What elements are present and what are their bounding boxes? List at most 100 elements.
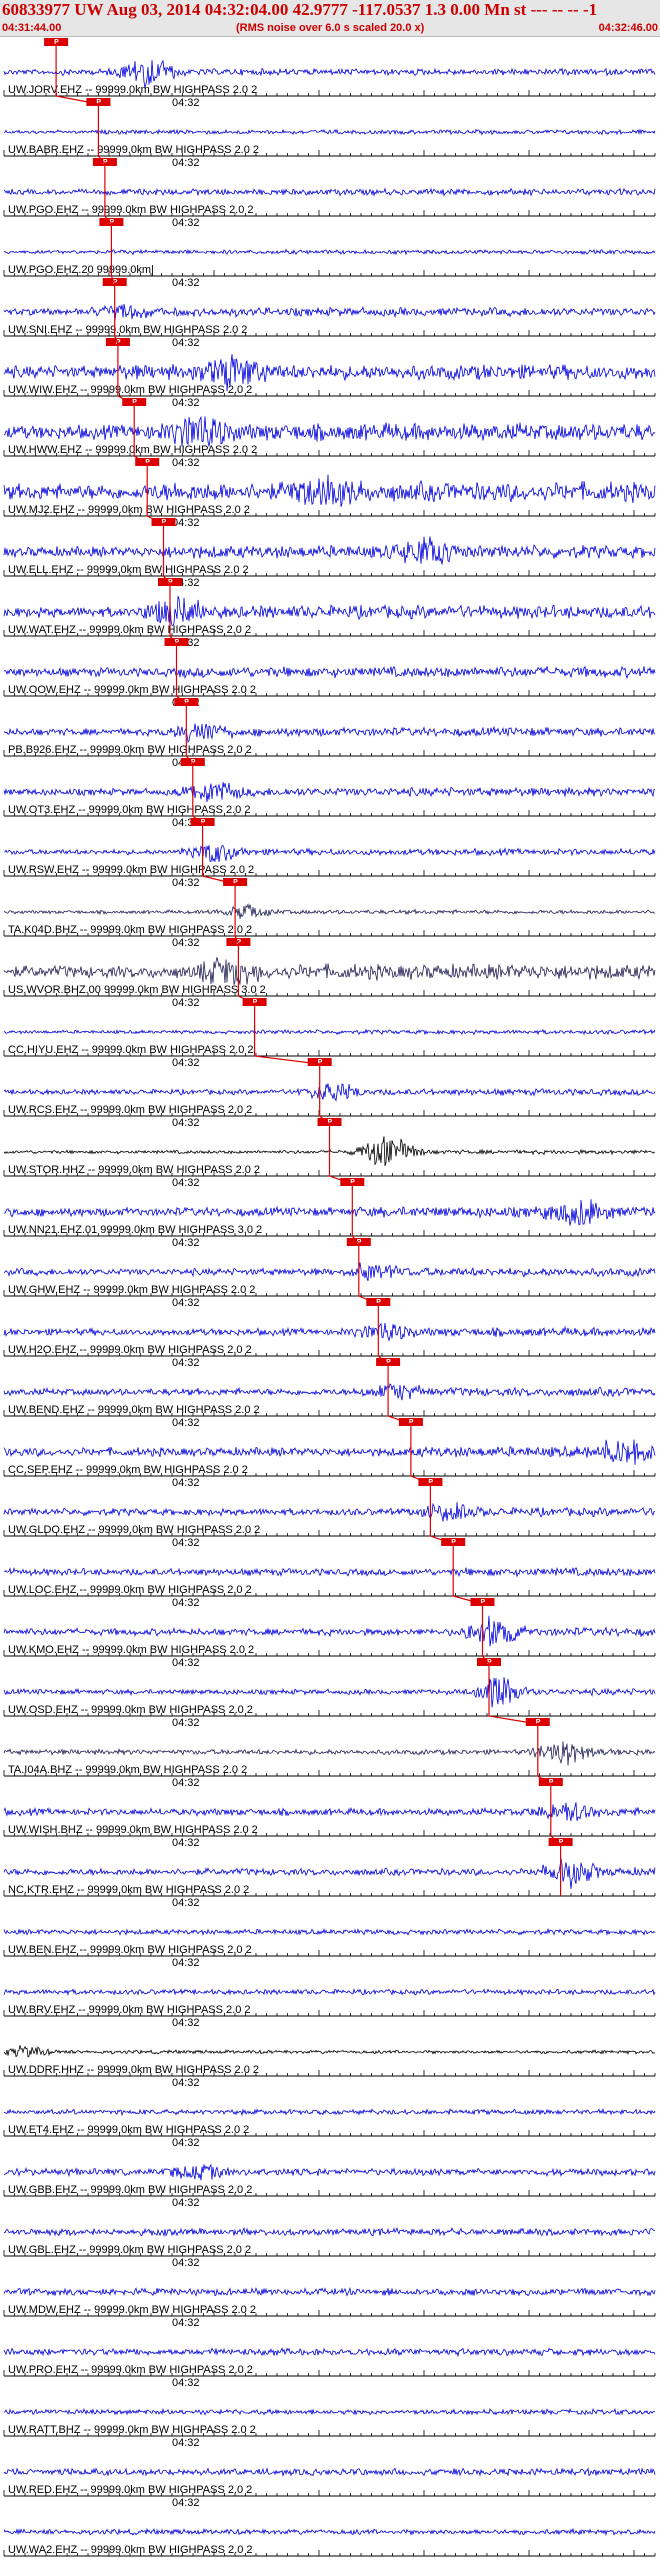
waveform-trace [3, 1502, 656, 1522]
channel-row: UW.RED.EHZ -- 99999.0km BW HIGHPASS 2.0 … [3, 2467, 656, 2509]
minute-label: 04:32 [172, 1597, 200, 1609]
minute-label: 04:32 [172, 457, 200, 469]
channel-row: UW.PGO.EHZ.20 99999.0km|04:32P [3, 218, 656, 289]
minute-label: 04:32 [172, 1177, 200, 1189]
channel-row: UW.WIW.EHZ -- 99999.0km BW HIGHPASS 2.0 … [3, 338, 656, 409]
minute-label: 04:32 [172, 1477, 200, 1489]
minute-label: 04:32 [172, 1537, 200, 1549]
minute-label: 04:32 [172, 1837, 200, 1849]
channel-label: UW.PRO.EHZ -- 99999.0km BW HIGHPASS 2.0 … [8, 2364, 253, 2376]
channel-label: UW.STOR.HHZ -- 99999.0km BW HIGHPASS 2.0… [8, 1164, 260, 1176]
channel-row: UW.SNI.EHZ -- 99999.0km BW HIGHPASS 2.0 … [3, 278, 656, 349]
minute-label: 04:32 [172, 217, 200, 229]
channel-row: UW.GLDO.EHZ -- 99999.0km BW HIGHPASS 2.0… [3, 1478, 656, 1549]
minute-label: 04:32 [172, 1237, 200, 1249]
start-time-label: 04:31:44.00 [2, 22, 62, 34]
waveform-trace [3, 1677, 656, 1708]
channel-label: UW.MJ2.EHZ -- 99999.0km BW HIGHPASS 2.0 … [8, 504, 250, 516]
channel-label: UW.SNI.EHZ -- 99999.0km BW HIGHPASS 2.0 … [8, 324, 247, 336]
minute-label: 04:32 [172, 2197, 200, 2209]
channel-row: UW.ELL.EHZ -- 99999.0km BW HIGHPASS 2.0 … [3, 518, 656, 589]
minute-label: 04:32 [172, 1057, 200, 1069]
channel-label: UW.RED.EHZ -- 99999.0km BW HIGHPASS 2.0 … [8, 2484, 252, 2496]
waveform-trace [3, 128, 656, 136]
channel-row: UW.GBL.EHZ -- 99999.0km BW HIGHPASS 2.0 … [3, 2226, 656, 2269]
channel-label: UW.MDW.EHZ -- 99999.0km BW HIGHPASS 2.0 … [8, 2304, 256, 2316]
waveform-trace [3, 781, 656, 802]
channel-label: UW.H2O.EHZ -- 99999.0km BW HIGHPASS 2.0 … [8, 1344, 252, 1356]
waveform-trace [3, 1322, 656, 1342]
minute-label: 04:32 [172, 1957, 200, 1969]
channel-row: UW.BRV.EHZ -- 99999.0km BW HIGHPASS 2.0 … [3, 1988, 656, 2029]
channel-row: UW.GHW.EHZ -- 99999.0km BW HIGHPASS 2.0 … [3, 1238, 656, 1309]
waveform-trace [3, 536, 656, 565]
channel-label: UW.HWW.EHZ -- 99999.0km BW HIGHPASS 2.0 … [8, 444, 257, 456]
channel-label: UW.ELL.EHZ -- 99999.0km BW HIGHPASS 2.0 … [8, 564, 249, 576]
channel-label: UW.PGO.EHZ -- 99999.0km BW HIGHPASS 2.0 … [8, 204, 254, 216]
channel-label: UW.BEN.EHZ -- 99999.0km BW HIGHPASS 2.0 … [8, 1944, 252, 1956]
channel-row: UW.OOW.EHZ -- 99999.0km BW HIGHPASS 2.0 … [3, 638, 656, 709]
waveform-trace [3, 1439, 656, 1465]
waveform-trace [3, 903, 656, 919]
waveform-trace [3, 2045, 656, 2058]
channel-label: UW.RATT.BHZ -- 99999.0km BW HIGHPASS 2.0… [8, 2424, 256, 2436]
channel-label: UW.ET4.EHZ -- 99999.0km BW HIGHPASS 2.0 … [8, 2124, 249, 2136]
minute-label: 04:32 [172, 2497, 200, 2509]
channel-row: UW.H2O.EHZ -- 99999.0km BW HIGHPASS 2.0 … [3, 1298, 656, 1369]
waveform-trace [3, 1615, 656, 1647]
channel-row: US.WVOR.BHZ.00 99999.0km BW HIGHPASS 3.0… [3, 938, 656, 1009]
waveform-trace [3, 2226, 656, 2238]
waveform-trace [3, 2467, 656, 2478]
waveform-trace [3, 2407, 656, 2416]
channel-row: UW.PRO.EHZ -- 99999.0km BW HIGHPASS 2.0 … [3, 2347, 656, 2389]
channel-row: PB.B926.EHZ -- 99999.0km BW HIGHPASS 2.0… [3, 698, 656, 769]
minute-label: 04:32 [172, 397, 200, 409]
waveform-trace [3, 2286, 656, 2297]
channel-row: UW.NN21.EHZ.01 99999.0km BW HIGHPASS 3.0… [3, 1178, 656, 1249]
channel-label: UW.PGO.EHZ.20 99999.0km| [8, 264, 154, 276]
channel-row: UW.MJ2.EHZ -- 99999.0km BW HIGHPASS 2.0 … [3, 458, 656, 529]
channel-row: UW.ET4.EHZ -- 99999.0km BW HIGHPASS 2.0 … [3, 2107, 656, 2149]
channel-label: TA.K04D.BHZ -- 99999.0km BW HIGHPASS 2.0… [8, 924, 252, 936]
waveform-trace [3, 665, 656, 680]
channel-label: CC.SEP.EHZ -- 99999.0km BW HIGHPASS 2.0 … [8, 1464, 248, 1476]
channel-row: UW.OSD.EHZ -- 99999.0km BW HIGHPASS 2.0 … [3, 1658, 656, 1729]
minute-label: 04:32 [172, 1897, 200, 1909]
channel-label: CC.HIYU.EHZ -- 99999.0km BW HIGHPASS 2.0… [8, 1044, 254, 1056]
channel-label: US.WVOR.BHZ.00 99999.0km BW HIGHPASS 3.0… [8, 984, 266, 996]
channel-label: UW.OSD.EHZ -- 99999.0km BW HIGHPASS 2.0 … [8, 1704, 253, 1716]
minute-label: 04:32 [172, 1777, 200, 1789]
channel-label: UW.WA2.EHZ -- 99999.0km BW HIGHPASS 2.0 … [8, 2544, 253, 2556]
channel-label: UW.WAT.EHZ -- 99999.0km BW HIGHPASS 2.0 … [8, 624, 251, 636]
minute-label: 04:32 [172, 2437, 200, 2449]
waveform-trace [3, 187, 656, 197]
channel-label: NC.KTR.EHZ -- 99999.0km BW HIGHPASS 2.0 … [8, 1884, 249, 1896]
minute-label: 04:32 [172, 2017, 200, 2029]
channel-row: UW.DDRF.HHZ -- 99999.0km BW HIGHPASS 2.0… [3, 2045, 656, 2089]
waveform-trace [3, 1567, 656, 1578]
channel-label: UW.OOW.EHZ -- 99999.0km BW HIGHPASS 2.0 … [8, 684, 256, 696]
minute-label: 04:32 [172, 277, 200, 289]
channel-label: UW.RSW.EHZ -- 99999.0km BW HIGHPASS 2.0 … [8, 864, 254, 876]
minute-label: 04:32 [172, 2137, 200, 2149]
waveform-trace [3, 1741, 656, 1766]
minute-label: 04:32 [172, 337, 200, 349]
waveform-trace [4, 2107, 656, 2117]
end-time-label: 04:32:46.00 [598, 22, 658, 34]
waveform-trace [3, 1199, 656, 1226]
event-title: 60833977 UW Aug 03, 2014 04:32:04.00 42.… [2, 0, 598, 19]
channel-row: UW.BEND.EHZ -- 99999.0km BW HIGHPASS 2.0… [3, 1358, 656, 1429]
minute-label: 04:32 [172, 2077, 200, 2089]
waveform-trace [3, 2527, 656, 2537]
channel-label: UW.GBB.EHZ -- 99999.0km BW HIGHPASS 2.0 … [8, 2184, 252, 2196]
waveform-trace [3, 2347, 656, 2358]
channel-label: UW.WISH.BHZ -- 99999.0km BW HIGHPASS 2.0… [8, 1824, 258, 1836]
waveform-trace [3, 303, 656, 321]
channel-row: NC.KTR.EHZ -- 99999.0km BW HIGHPASS 2.0 … [3, 1838, 656, 1909]
minute-label: 04:32 [172, 2257, 200, 2269]
seismogram-panel: UW.JORV.EHZ -- 99999.0km BW HIGHPASS 2.0… [3, 38, 656, 2558]
channel-row: UW.OT3.EHZ -- 99999.0km BW HIGHPASS 2.0 … [3, 758, 656, 829]
channel-label: UW.DDRF.HHZ -- 99999.0km BW HIGHPASS 2.0… [8, 2064, 259, 2076]
channel-row: UW.WAT.EHZ -- 99999.0km BW HIGHPASS 2.0 … [3, 578, 656, 649]
channel-label: UW.WIW.EHZ -- 99999.0km BW HIGHPASS 2.0 … [8, 384, 252, 396]
